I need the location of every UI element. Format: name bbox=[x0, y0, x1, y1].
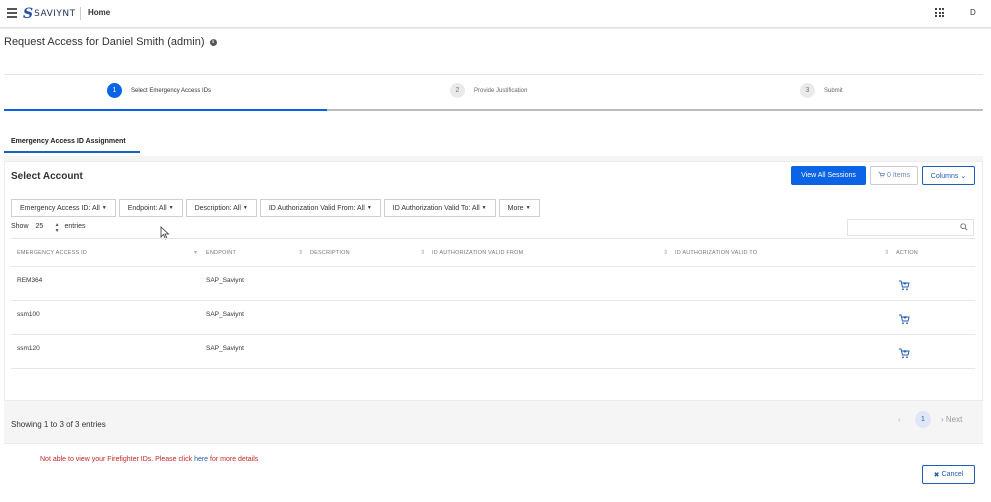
filter-label: ID Authorization Valid From: All bbox=[268, 204, 365, 212]
filter-bar: Emergency Access ID: All ▼ Endpoint: All ▼… bbox=[11, 199, 543, 217]
step-label: Submit bbox=[824, 87, 843, 94]
caret-down-icon: ▼ bbox=[101, 205, 107, 211]
info-icon[interactable]: i bbox=[209, 39, 217, 46]
warning-text-prefix: Not able to view your Firefighter IDs. P… bbox=[40, 456, 195, 463]
warning-text-suffix: for more details bbox=[208, 456, 259, 463]
firefighter-warning: Not able to view your Firefighter IDs. P… bbox=[40, 456, 258, 463]
cell-emergency-access-id: ssm100 bbox=[17, 311, 40, 318]
pagination-page-1[interactable]: 1 bbox=[915, 411, 931, 428]
table-info: Showing 1 to 3 of 3 entries bbox=[11, 420, 106, 429]
cell-endpoint: SAP_Saviynt bbox=[206, 311, 244, 318]
cell-endpoint: SAP_Saviynt bbox=[206, 277, 244, 284]
column-header-endpoint[interactable]: ENDPOINT bbox=[206, 250, 236, 256]
sort-icon[interactable]: ⇕ bbox=[663, 249, 668, 256]
table-row: REM364 SAP_Saviynt bbox=[11, 267, 975, 301]
view-all-sessions-button[interactable]: View All Sessions bbox=[791, 166, 866, 185]
page-title-text: Request Access for Daniel Smith (admin) bbox=[4, 36, 205, 48]
sort-icon[interactable]: ⇕ bbox=[884, 249, 889, 256]
add-to-cart-icon[interactable] bbox=[898, 347, 910, 359]
cart-icon bbox=[878, 171, 885, 180]
cell-endpoint: SAP_Saviynt bbox=[206, 345, 244, 352]
footer-bar bbox=[4, 443, 983, 486]
logo-mark: S bbox=[23, 6, 34, 22]
sort-icon[interactable]: ⇕ bbox=[298, 249, 303, 256]
add-to-cart-icon[interactable] bbox=[898, 279, 910, 291]
caret-down-icon: ▼ bbox=[242, 205, 248, 211]
steps-progress-bar bbox=[4, 109, 327, 111]
filter-valid-to[interactable]: ID Authorization Valid To: All ▼ bbox=[383, 199, 496, 217]
entries-label: entries bbox=[64, 223, 86, 230]
column-header-action: ACTION bbox=[896, 250, 918, 256]
close-icon: ✖ bbox=[933, 471, 940, 479]
cart-items-button[interactable]: 0 Items bbox=[870, 166, 918, 185]
page-length-control: Show 25 ▲ ▼ entries bbox=[11, 221, 86, 234]
step-number: 1 bbox=[107, 83, 122, 98]
caret-down-icon: ▼ bbox=[525, 205, 531, 211]
saviynt-logo[interactable]: S SAVIYNT bbox=[23, 7, 76, 21]
accounts-table: EMERGENCY ACCESS ID ▾ ENDPOINT ⇕ DESCRIP… bbox=[11, 238, 975, 369]
step-number: 3 bbox=[800, 83, 815, 98]
filter-endpoint[interactable]: Endpoint: All ▼ bbox=[118, 199, 183, 217]
search-icon bbox=[960, 223, 968, 231]
user-avatar[interactable]: D bbox=[970, 8, 976, 17]
columns-button[interactable]: Columns ⌄ bbox=[922, 166, 975, 185]
show-label: Show bbox=[11, 223, 29, 230]
section-heading: Select Account bbox=[11, 171, 83, 182]
table-row: ssm100 SAP_Saviynt bbox=[11, 301, 975, 335]
column-header-emergency-access-id[interactable]: EMERGENCY ACCESS ID bbox=[17, 250, 87, 256]
step-number: 2 bbox=[450, 83, 465, 98]
tab-emergency-access-assignment[interactable]: Emergency Access ID Assignment bbox=[4, 134, 140, 153]
filter-label: ID Authorization Valid To: All bbox=[392, 204, 480, 212]
caret-down-icon: ▼ bbox=[366, 205, 372, 211]
top-bar: S SAVIYNT Home D bbox=[0, 0, 991, 28]
step-label: Select Emergency Access IDs bbox=[131, 87, 212, 94]
step-justification[interactable]: 2 Provide Justification bbox=[450, 83, 527, 98]
filter-label: Endpoint: All bbox=[127, 204, 167, 212]
filter-more[interactable]: More ▼ bbox=[498, 199, 540, 217]
cart-items-label: 0 Items bbox=[887, 172, 910, 179]
pagination-previous[interactable]: ‹ bbox=[898, 415, 901, 424]
cancel-label: Cancel bbox=[941, 471, 964, 478]
step-select-ids[interactable]: 1 Select Emergency Access IDs bbox=[107, 83, 211, 98]
page-title: Request Access for Daniel Smith (admin) … bbox=[4, 36, 217, 48]
filter-valid-from[interactable]: ID Authorization Valid From: All ▼ bbox=[259, 199, 381, 217]
divider bbox=[80, 7, 81, 20]
table-header: EMERGENCY ACCESS ID ▾ ENDPOINT ⇕ DESCRIP… bbox=[11, 238, 975, 267]
column-header-description[interactable]: DESCRIPTION bbox=[310, 250, 350, 256]
filter-label: Emergency Access ID: All bbox=[20, 204, 100, 212]
caret-down-icon: ▼ bbox=[481, 205, 487, 211]
sort-icon[interactable]: ⇕ bbox=[420, 249, 425, 256]
menu-icon[interactable] bbox=[7, 8, 17, 18]
filter-description[interactable]: Description: All ▼ bbox=[185, 199, 257, 217]
cell-emergency-access-id: ssm120 bbox=[17, 345, 40, 352]
step-submit[interactable]: 3 Submit bbox=[800, 83, 843, 98]
cancel-button[interactable]: ✖ Cancel bbox=[922, 465, 975, 484]
caret-down-icon: ▼ bbox=[168, 205, 174, 211]
pagination-next[interactable]: › Next bbox=[941, 415, 962, 424]
cell-emergency-access-id: REM364 bbox=[17, 277, 43, 284]
page-length-value: 25 bbox=[35, 223, 44, 230]
divider bbox=[4, 74, 983, 75]
search-input[interactable] bbox=[847, 219, 974, 236]
add-to-cart-icon[interactable] bbox=[898, 313, 910, 325]
column-header-valid-from[interactable]: ID AUTHORIZATION VALID FROM bbox=[432, 250, 523, 256]
step-label: Provide Justification bbox=[474, 87, 528, 94]
breadcrumb-home[interactable]: Home bbox=[88, 8, 110, 17]
logo-text: SAVIYNT bbox=[34, 9, 76, 19]
column-header-valid-to[interactable]: ID AUTHORIZATION VALID TO bbox=[675, 250, 757, 256]
apps-grid-icon[interactable] bbox=[935, 8, 944, 17]
filter-label: Description: All bbox=[194, 204, 241, 212]
sort-icon[interactable]: ▾ bbox=[194, 249, 197, 256]
table-row: ssm120 SAP_Saviynt bbox=[11, 335, 975, 369]
page-length-select[interactable]: 25 ▲ ▼ bbox=[32, 221, 62, 234]
filter-label: More bbox=[507, 204, 524, 212]
filter-emergency-access-id[interactable]: Emergency Access ID: All ▼ bbox=[11, 199, 116, 217]
warning-here-link[interactable]: here bbox=[194, 456, 208, 463]
select-arrows-icon: ▲ ▼ bbox=[54, 222, 60, 234]
